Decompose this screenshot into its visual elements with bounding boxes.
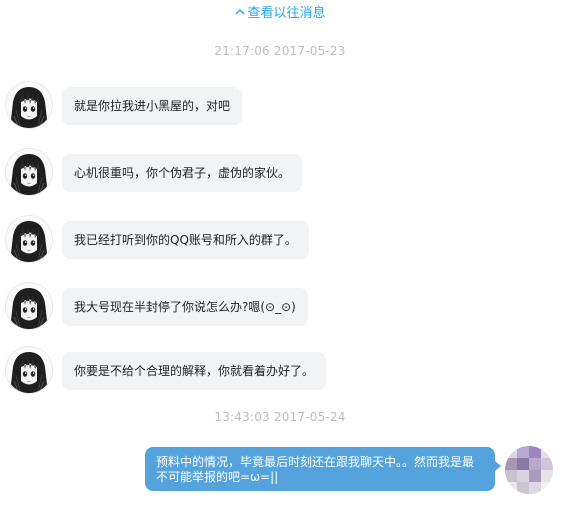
timestamp: 13:43:03 2017-05-24 (214, 410, 346, 424)
message-row: 心机很重吗，你个伪君子，虚伪的家伙。 (0, 149, 560, 203)
view-history-label: 查看以往消息 (247, 6, 326, 21)
anime-girl-avatar-icon (6, 82, 52, 128)
outgoing-message-bubble[interactable]: 预料中的情况，毕竟最后时刻还在跟我聊天中。。然而我是最不可能举报的吧=ω=|| (145, 447, 501, 491)
message-row: 我已经打听到你的QQ账号和所入的群了。 (0, 216, 560, 270)
message-row-outgoing: 预料中的情况，毕竟最后时刻还在跟我聊天中。。然而我是最不可能举报的吧=ω=|| (0, 446, 588, 502)
timestamp: 21:17:06 2017-05-23 (214, 44, 346, 58)
contact-avatar[interactable] (6, 149, 52, 195)
contact-avatar[interactable] (6, 347, 52, 393)
message-row: 就是你拉我进小黑屋的，对吧 (0, 82, 560, 136)
view-history-link[interactable]: 查看以往消息 (0, 6, 560, 22)
incoming-message-bubble[interactable]: 你要是不给个合理的解释，你就看着办好了。 (62, 352, 327, 390)
pixelated-avatar-icon (505, 446, 553, 494)
self-avatar[interactable] (505, 446, 553, 494)
contact-avatar[interactable] (6, 283, 52, 329)
incoming-message-bubble[interactable]: 就是你拉我进小黑屋的，对吧 (62, 87, 243, 125)
anime-girl-avatar-icon (6, 347, 52, 393)
message-row: 我大号现在半封停了你说怎么办?嗯(⊙_⊙) (0, 283, 560, 337)
anime-girl-avatar-icon (6, 149, 52, 195)
anime-girl-avatar-icon (6, 283, 52, 329)
message-row: 你要是不给个合理的解释，你就看着办好了。 (0, 347, 560, 401)
contact-avatar[interactable] (6, 82, 52, 128)
contact-avatar[interactable] (6, 216, 52, 262)
chevron-up-icon (235, 9, 245, 15)
incoming-message-bubble[interactable]: 心机很重吗，你个伪君子，虚伪的家伙。 (62, 154, 303, 192)
incoming-message-bubble[interactable]: 我已经打听到你的QQ账号和所入的群了。 (62, 221, 309, 259)
incoming-message-bubble[interactable]: 我大号现在半封停了你说怎么办?嗯(⊙_⊙) (62, 288, 308, 326)
anime-girl-avatar-icon (6, 216, 52, 262)
